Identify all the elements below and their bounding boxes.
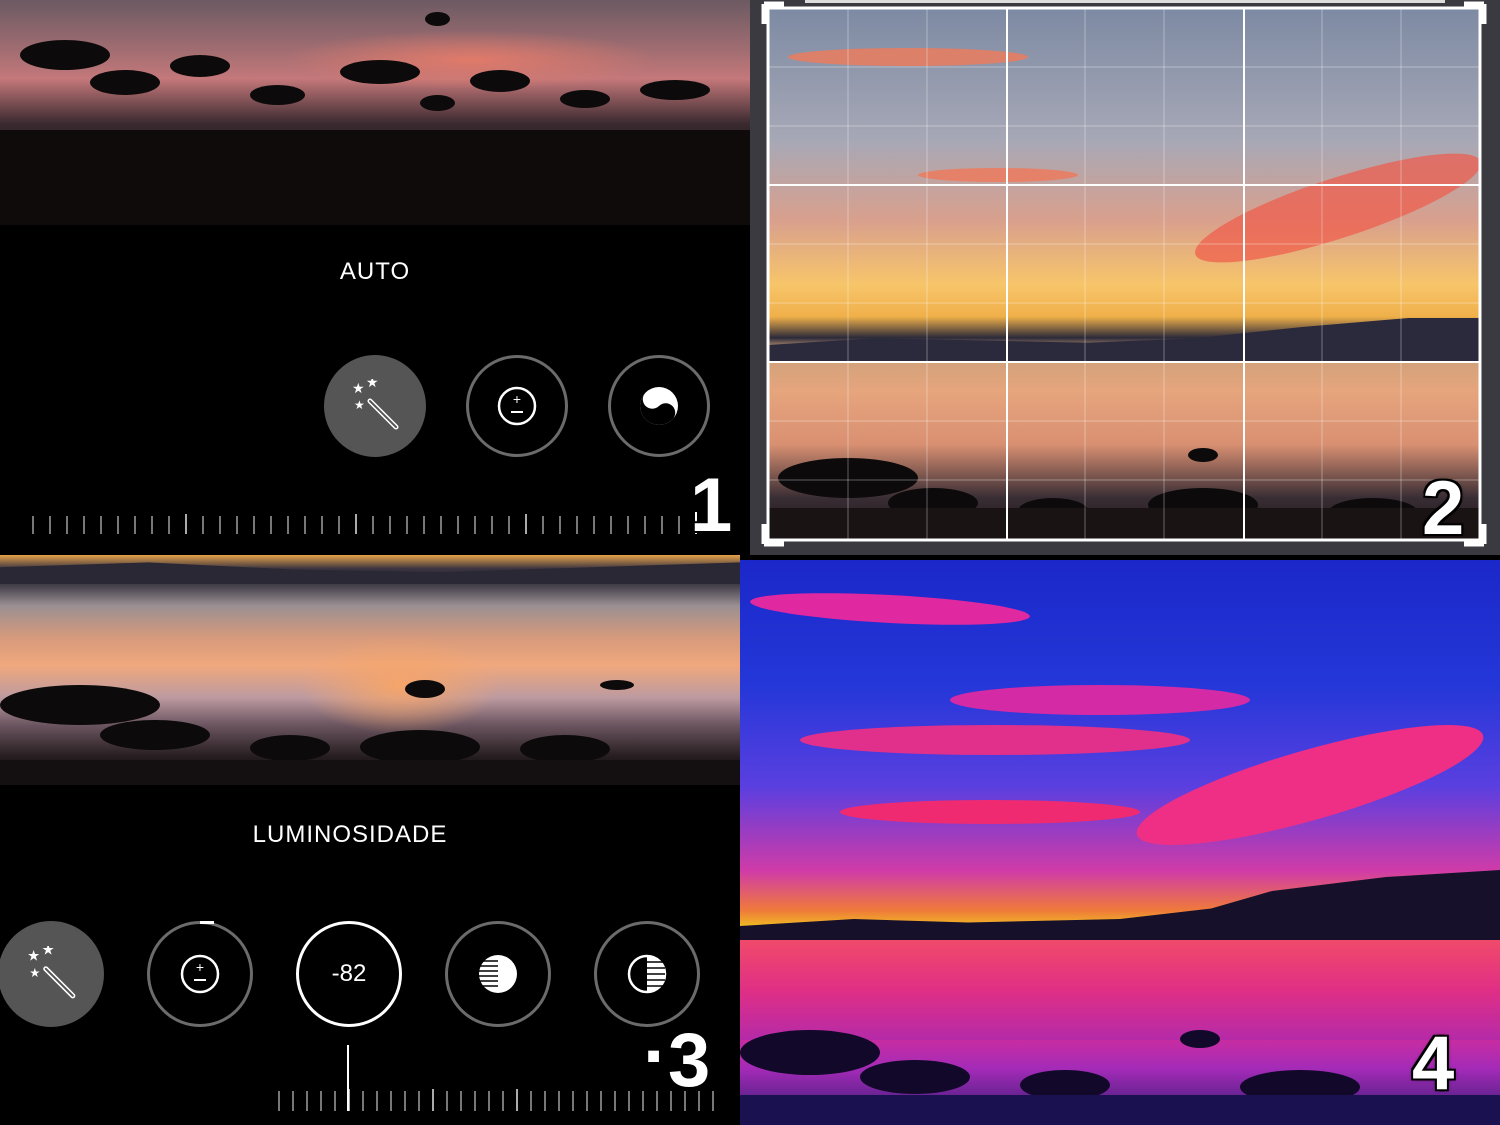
photo-preview (0, 0, 750, 225)
step-number: 4 (1412, 1021, 1455, 1106)
svg-text:★: ★ (27, 949, 40, 965)
brightness-button[interactable]: -82 (296, 921, 402, 1027)
mode-label: AUTO (339, 258, 411, 285)
photo-preview (0, 555, 740, 785)
svg-text:★: ★ (29, 966, 40, 980)
magic-wand-icon: ★ ★ ★ (352, 379, 399, 430)
plus-minus-icon: + (497, 386, 537, 426)
exposure-button[interactable]: + (147, 921, 253, 1027)
svg-text:★: ★ (352, 380, 365, 396)
exposure-indicator (200, 921, 214, 924)
photo-filtered-result (740, 560, 1500, 1125)
half-circle-lines-icon (627, 954, 667, 994)
exposure-button[interactable]: + (466, 355, 568, 457)
step-dot: · (643, 1014, 669, 1099)
auto-enhance-button[interactable]: ★ ★ ★ (0, 921, 104, 1027)
svg-text:+: + (196, 959, 204, 975)
step-number: 3 (668, 1018, 711, 1103)
adjustment-slider[interactable] (32, 510, 712, 534)
crop-grid-overlay[interactable] (750, 0, 1500, 555)
half-circle-striped-icon (479, 955, 517, 993)
brightness-value: -82 (331, 960, 367, 987)
magic-wand-icon: ★ ★ ★ (27, 946, 76, 999)
svg-text:★: ★ (366, 379, 379, 390)
step-number: 1 (690, 463, 733, 548)
svg-text:★: ★ (42, 946, 55, 958)
svg-text:★: ★ (354, 398, 365, 412)
filters-button[interactable] (608, 355, 710, 457)
panel-auto-enhance: AUTO ★ ★ ★ + 1 (0, 0, 750, 555)
contrast-button[interactable] (445, 921, 551, 1027)
black-point-button[interactable] (594, 921, 700, 1027)
panel-crop: 2 (750, 0, 1500, 555)
svg-text:+: + (513, 391, 521, 407)
panel-filtered-result: 4 (740, 560, 1500, 1125)
slider-indicator[interactable] (347, 1045, 349, 1111)
panel-brightness: LUMINOSIDADE ★ ★ ★ + -82 · 3 (0, 555, 740, 1125)
mode-label: LUMINOSIDADE (252, 821, 448, 848)
auto-enhance-button[interactable]: ★ ★ ★ (324, 355, 426, 457)
yin-yang-icon (640, 387, 678, 425)
plus-minus-icon: + (180, 954, 220, 994)
step-number: 2 (1422, 466, 1465, 551)
